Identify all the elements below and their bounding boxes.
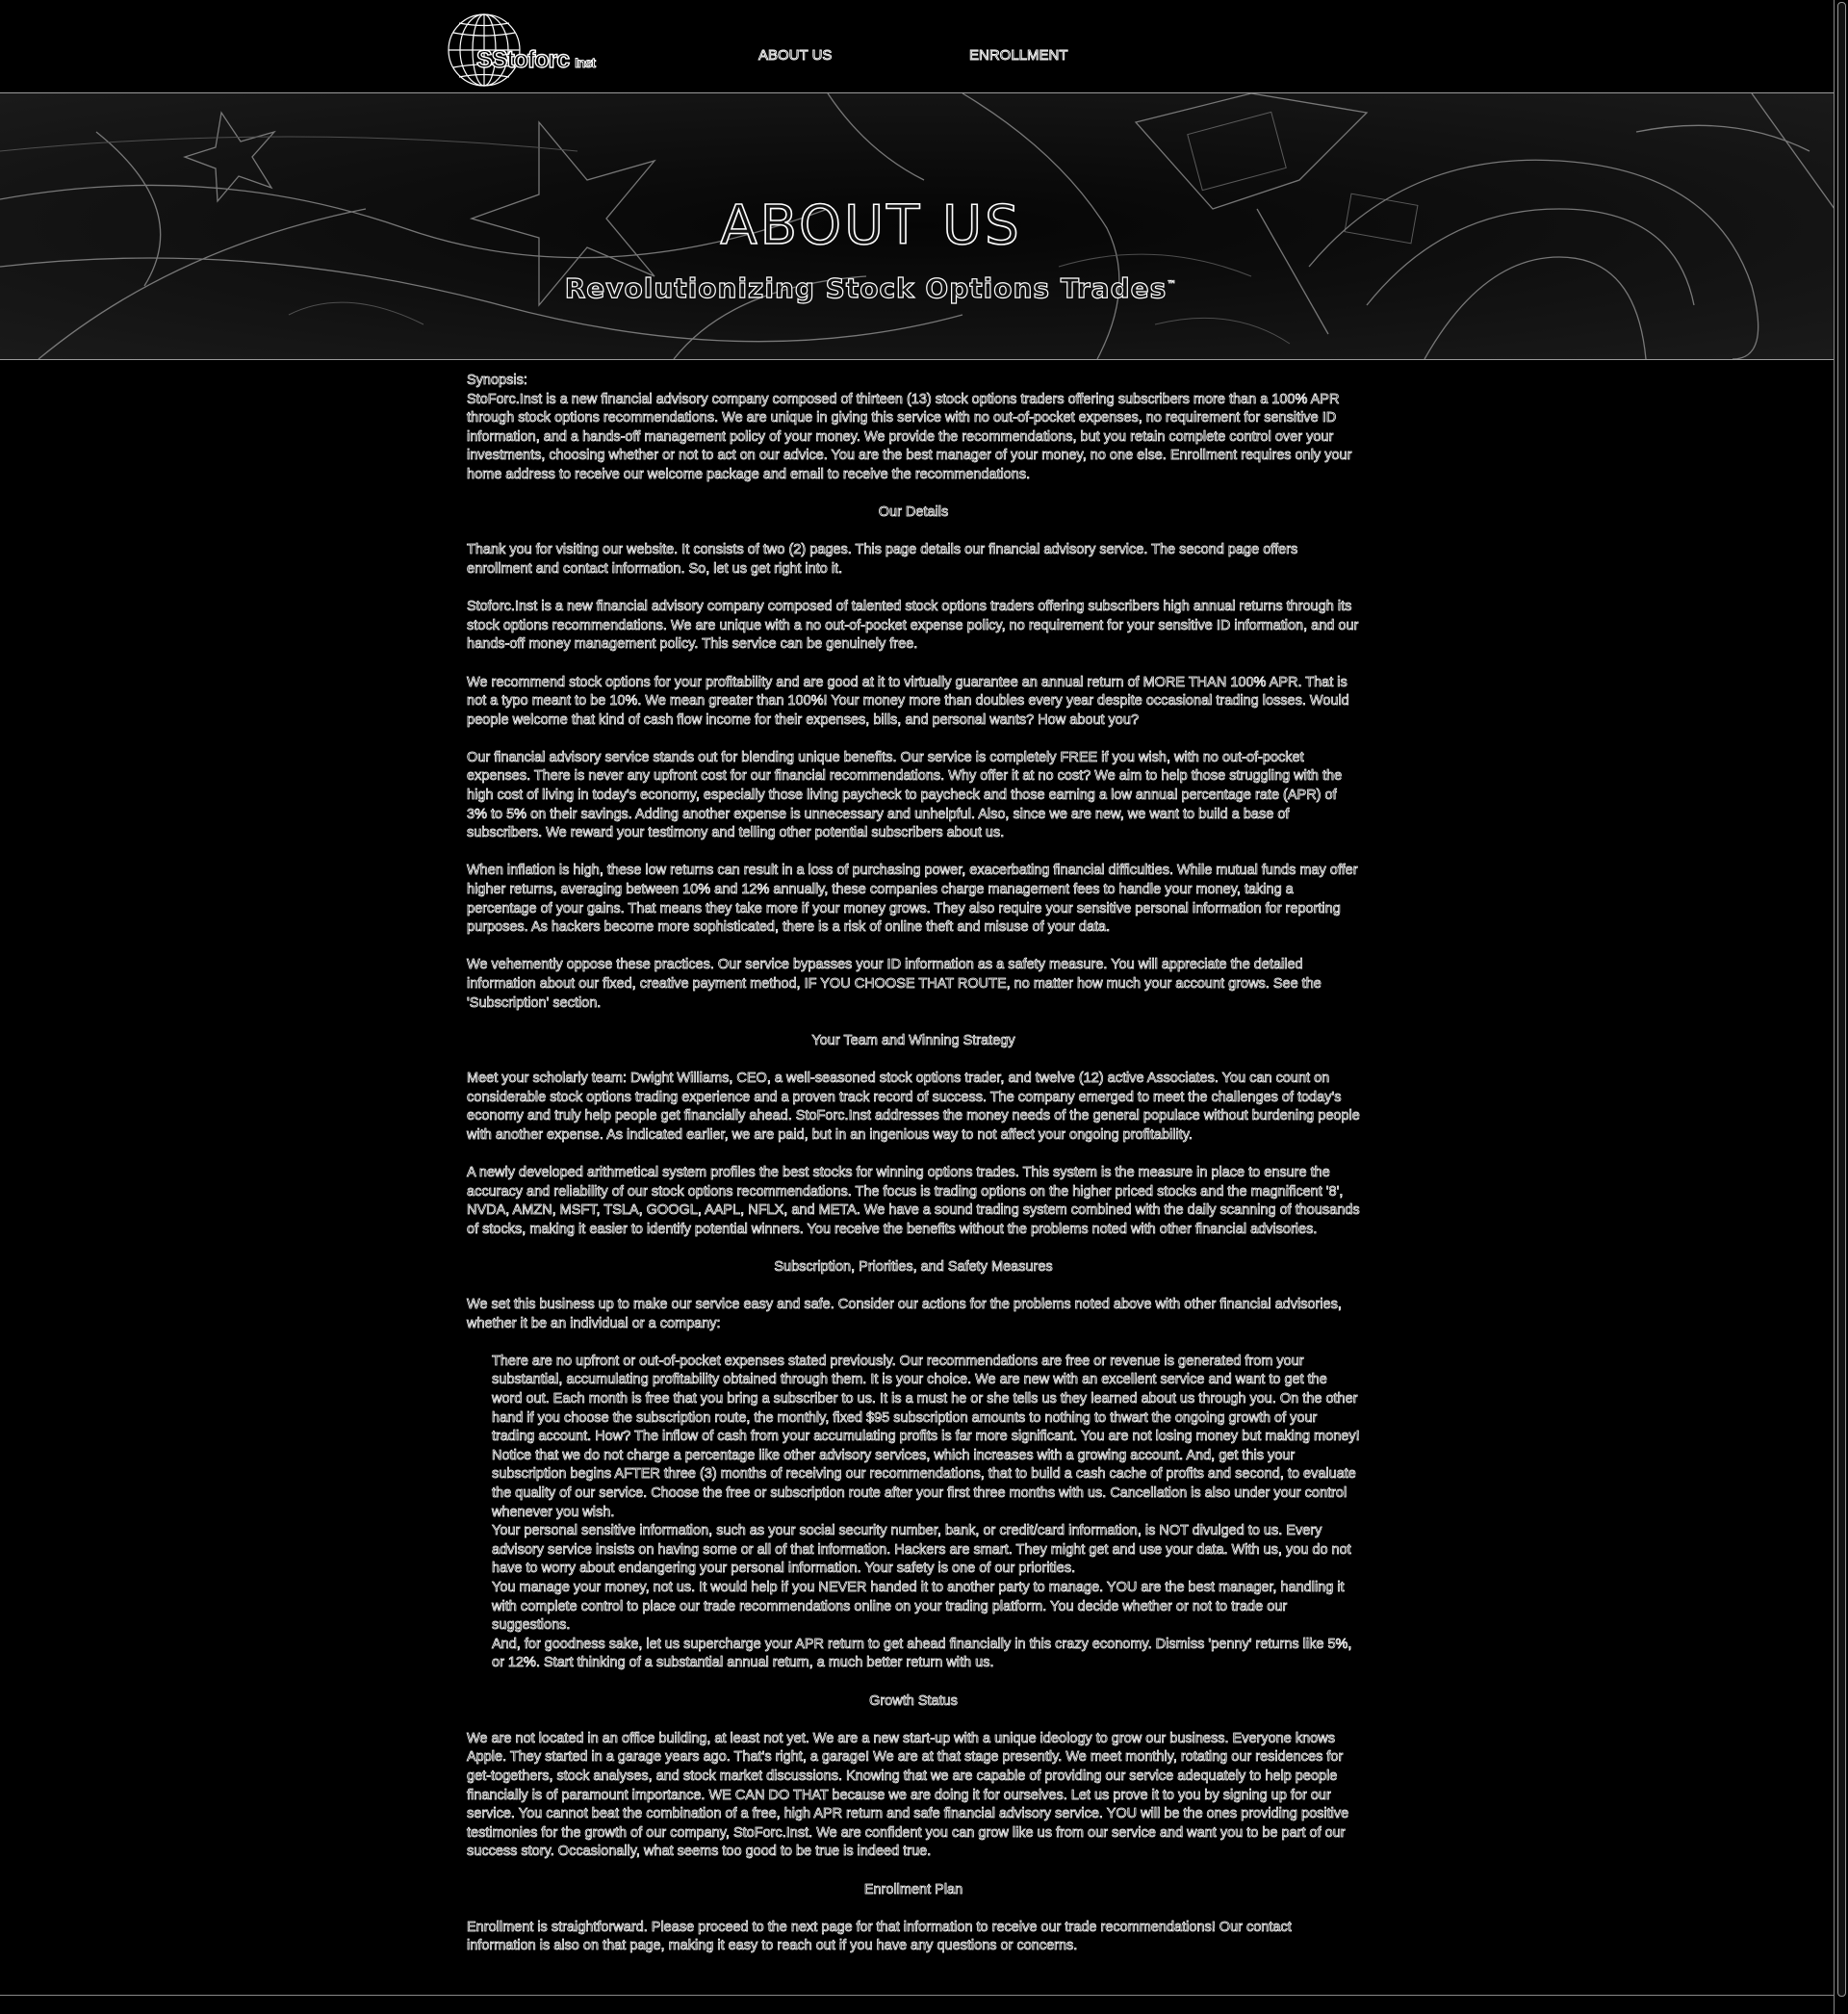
- subscription-intro: We set this business up to make our serv…: [467, 1297, 1343, 1331]
- section-heading-enrollment: Enrollment Plan: [863, 1881, 963, 1898]
- list-item: Your personal sensitive information, suc…: [492, 1522, 1360, 1579]
- nav-about-us[interactable]: ABOUT US: [758, 47, 833, 65]
- list-item: And, for goodness sake, let us superchar…: [492, 1636, 1360, 1673]
- section-heading-subscription: Subscription, Priorities, and Safety Mea…: [774, 1258, 1053, 1276]
- growth-paragraph: We are not located in an office building…: [467, 1730, 1349, 1860]
- main-content: Synopsis: StoForc.Inst is a new financia…: [467, 372, 1361, 1975]
- details-paragraph: We vehemently oppose these practices. Ou…: [467, 957, 1322, 1011]
- hero-subtitle: Revolutionizing Stock Options Trades™: [564, 271, 1178, 304]
- hero-banner: ABOUT US Revolutionizing Stock Options T…: [0, 93, 1835, 360]
- scrollbar-thumb[interactable]: [1837, 2, 1846, 1997]
- nav-enrollment[interactable]: ENROLLMENT: [969, 47, 1068, 65]
- section-heading-growth: Growth Status: [869, 1692, 959, 1709]
- logo[interactable]: SStoforc Inst: [446, 12, 600, 90]
- details-paragraph: Stoforc.Inst is a new financial advisory…: [467, 599, 1359, 653]
- details-paragraph: We recommend stock options for your prof…: [467, 674, 1350, 728]
- hero-title: ABOUT US: [720, 194, 1022, 258]
- team-paragraph: A newly developed arithmetical system pr…: [467, 1164, 1360, 1238]
- details-paragraph: Our financial advisory service stands ou…: [467, 749, 1343, 841]
- details-paragraph: When inflation is high, these low return…: [467, 863, 1358, 936]
- enrollment-paragraph: Enrollment is straightforward. Please pr…: [467, 1919, 1293, 1954]
- logo-text: SStoforc Inst: [475, 45, 596, 73]
- subscription-list: There are no upfront or out-of-pocket ex…: [467, 1353, 1360, 1673]
- list-item: You manage your money, not us. It would …: [492, 1579, 1360, 1636]
- list-item: There are no upfront or out-of-pocket ex…: [492, 1353, 1360, 1522]
- synopsis-paragraph: StoForc.Inst is a new financial advisory…: [467, 391, 1352, 482]
- divider: [0, 1995, 1835, 1996]
- synopsis-label: Synopsis:: [467, 373, 528, 389]
- section-heading-details: Our Details: [878, 504, 949, 521]
- team-paragraph: Meet your scholarly team: Dwight William…: [467, 1070, 1361, 1144]
- section-heading-team: Your Team and Winning Strategy: [811, 1032, 1015, 1048]
- vertical-scrollbar[interactable]: [1834, 0, 1848, 2014]
- site-header: SStoforc Inst ABOUT US ENROLLMENT: [0, 0, 1835, 93]
- details-paragraph: Thank you for visiting our website. It c…: [467, 542, 1298, 577]
